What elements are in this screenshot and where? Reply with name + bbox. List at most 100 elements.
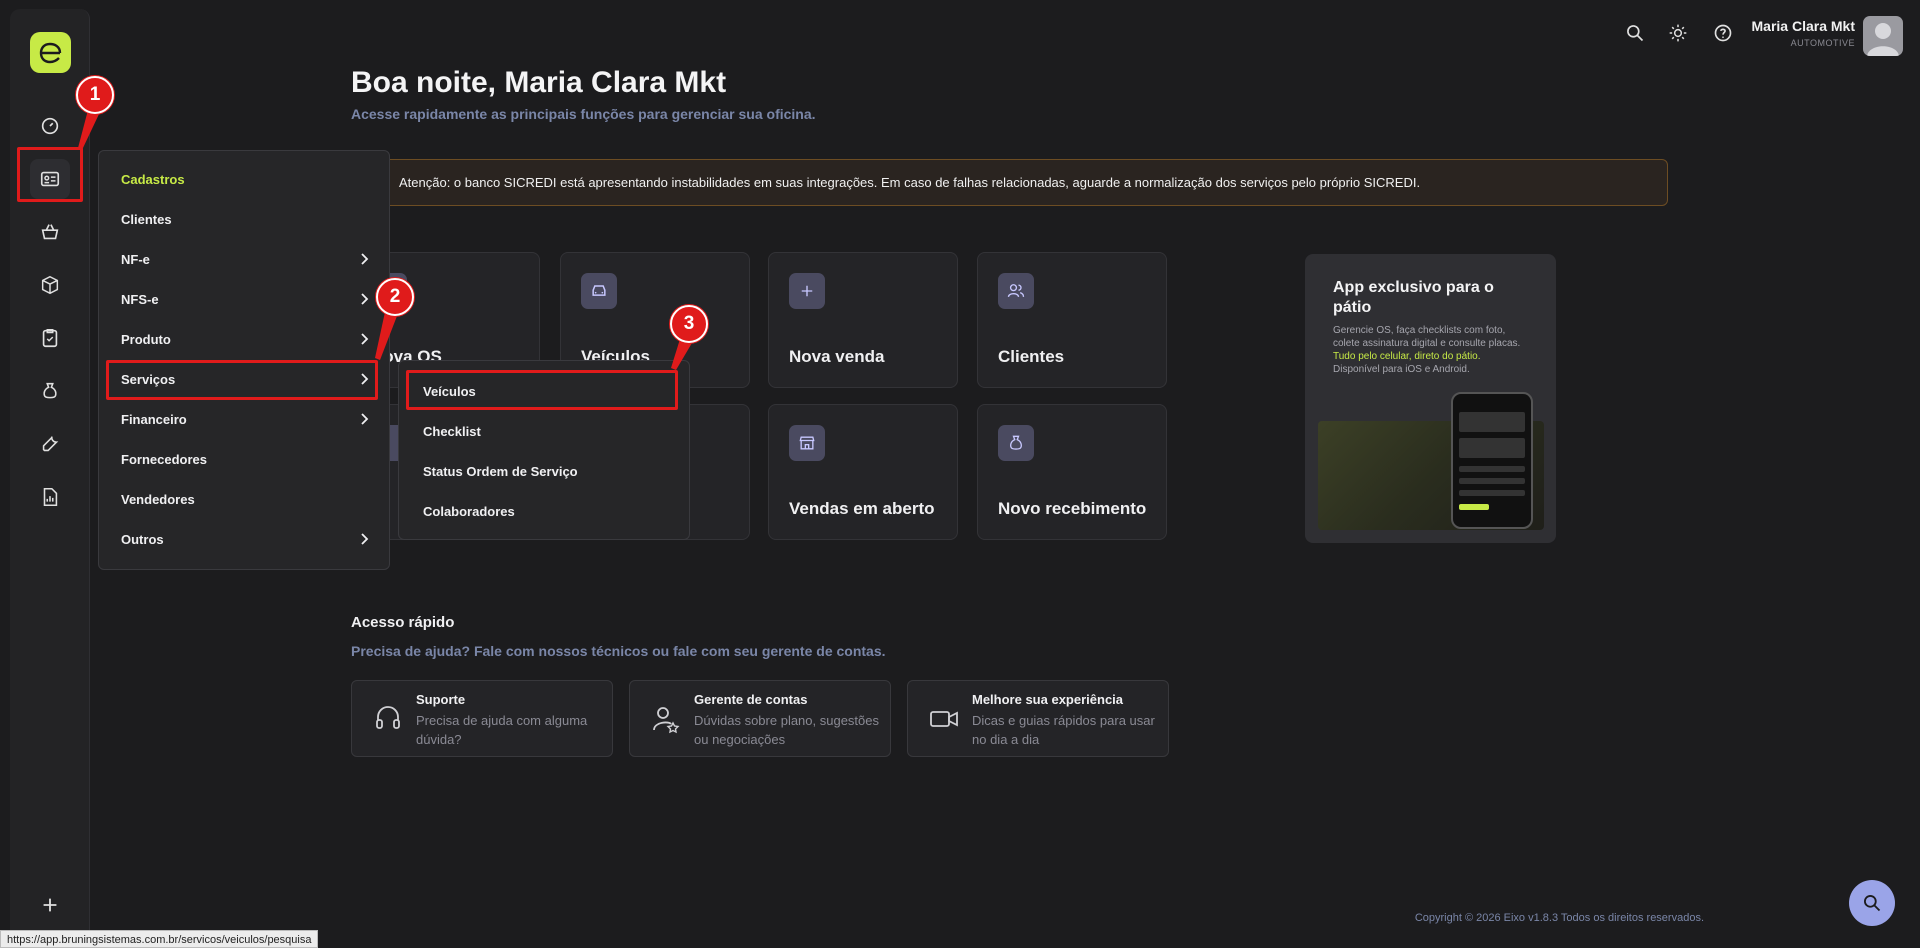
menu-item-fornecedores[interactable]: Fornecedores [121, 439, 373, 479]
menu-item-label: NF-e [121, 251, 150, 267]
experience-card[interactable]: Melhore sua experiência Dicas e guias rá… [907, 680, 1169, 757]
submenu-item-status-os[interactable]: Status Ordem de Serviço [423, 451, 683, 491]
card-novo-recebimento[interactable]: Novo recebimento [977, 404, 1167, 540]
menu-item-financeiro[interactable]: Financeiro [121, 399, 373, 439]
sun-icon [1669, 24, 1687, 42]
promo-text: Gerencie OS, faça checklists com foto, c… [1333, 324, 1528, 376]
car-icon [581, 273, 617, 309]
step-marker-1: 1 [76, 76, 114, 114]
help-icon [1714, 24, 1732, 42]
promo-title: App exclusivo para o pátio [1333, 279, 1494, 316]
account-manager-title: Gerente de contas [694, 692, 808, 707]
user-star-icon [648, 701, 684, 737]
search-fab[interactable] [1849, 880, 1895, 926]
sales-nav-button[interactable] [30, 212, 70, 252]
logo-icon [39, 42, 61, 63]
menu-item-label: Financeiro [121, 411, 187, 427]
users-icon [998, 273, 1034, 309]
chevron-right-icon [361, 293, 369, 305]
reports-nav-button[interactable] [30, 477, 70, 517]
dashboard-nav-button[interactable] [30, 106, 70, 146]
copyright: Copyright © 2026 Eixo v1.8.3 Todos os di… [1414, 912, 1704, 924]
plus-icon [43, 898, 57, 912]
clipboard-icon [42, 329, 58, 348]
experience-title: Melhore sua experiência [972, 692, 1124, 707]
phone-mockup [1451, 392, 1533, 529]
plus-icon [789, 273, 825, 309]
step-marker-2: 2 [376, 278, 414, 316]
menu-item-label: Fornecedores [121, 451, 207, 467]
highlight-veiculos-item [406, 370, 678, 410]
submenu-item-colaboradores[interactable]: Colaboradores [423, 491, 683, 531]
menu-item-outros[interactable]: Outros [121, 519, 373, 559]
search-icon [1864, 895, 1881, 912]
menu-item-label: Vendedores [121, 491, 195, 507]
card-clientes[interactable]: Clientes [977, 252, 1167, 388]
menu-item-label: Outros [121, 531, 164, 547]
wrench-icon [42, 436, 59, 452]
user-role: AUTOMOTIVE [1790, 38, 1855, 48]
support-desc: Precisa de ajuda com alguma dúvida? [416, 713, 588, 747]
report-icon [43, 487, 58, 507]
menu-item-label: Produto [121, 331, 171, 347]
basket-icon [41, 224, 59, 240]
support-card[interactable]: Suporte Precisa de ajuda com alguma dúvi… [351, 680, 613, 757]
menu-item-label: Clientes [121, 211, 172, 227]
card-nova-venda[interactable]: Nova venda [768, 252, 958, 388]
support-title: Suporte [416, 692, 466, 707]
money-bag-icon [998, 425, 1034, 461]
video-camera-icon [926, 701, 962, 737]
user-name[interactable]: Maria Clara Mkt [1752, 18, 1855, 34]
promo-text-1: Gerencie OS, faça checklists com foto, c… [1333, 325, 1521, 349]
chevron-right-icon [361, 533, 369, 545]
box-icon [41, 275, 59, 295]
help-button[interactable] [1712, 22, 1734, 44]
add-nav-button[interactable] [30, 885, 70, 925]
submenu-item-label: Status Ordem de Serviço [423, 463, 578, 479]
menu-header-cadastros: Cadastros [121, 171, 185, 187]
chevron-right-icon [361, 413, 369, 425]
services-nav-button[interactable] [30, 424, 70, 464]
highlight-cadastros-button [17, 147, 83, 202]
menu-item-produto[interactable]: Produto [121, 319, 373, 359]
card-label: Clientes [998, 347, 1065, 366]
products-nav-button[interactable] [30, 265, 70, 305]
app-promo-card[interactable]: App exclusivo para o pátio Gerencie OS, … [1305, 254, 1556, 543]
quick-access-subtitle: Precisa de ajuda? Fale com nossos técnic… [351, 643, 886, 659]
card-label: Novo recebimento [998, 499, 1147, 518]
menu-item-nfse[interactable]: NFS-e [121, 279, 373, 319]
app-logo[interactable] [30, 32, 71, 73]
chevron-right-icon [361, 333, 369, 345]
experience-desc: Dicas e guias rápidos para usar no dia a… [972, 713, 1155, 747]
step-marker-3: 3 [670, 305, 708, 343]
menu-item-clientes[interactable]: Clientes [121, 199, 373, 239]
alert-banner: Atenção: o banco SICREDI está apresentan… [370, 159, 1668, 206]
theme-toggle-button[interactable] [1667, 22, 1689, 44]
card-label: Nova venda [789, 347, 885, 366]
search-icon [1627, 25, 1644, 42]
search-button[interactable] [1624, 22, 1646, 44]
account-manager-card[interactable]: Gerente de contas Dúvidas sobre plano, s… [629, 680, 891, 757]
status-url: https://app.bruningsistemas.com.br/servi… [0, 930, 319, 948]
checklist-nav-button[interactable] [30, 318, 70, 358]
page-subtitle: Acesse rapidamente as principais funções… [351, 106, 816, 122]
headset-icon [370, 701, 406, 737]
card-label: Vendas em aberto [789, 499, 935, 518]
submenu-item-label: Colaboradores [423, 503, 515, 519]
promo-text-2: Disponível para iOS e Android. [1333, 364, 1470, 375]
menu-item-label: NFS-e [121, 291, 159, 307]
alert-text: Atenção: o banco SICREDI está apresentan… [399, 175, 1421, 190]
chevron-right-icon [361, 253, 369, 265]
speedometer-icon [41, 117, 59, 135]
money-bag-icon [43, 382, 57, 399]
avatar[interactable] [1863, 16, 1903, 56]
finance-nav-button[interactable] [30, 371, 70, 411]
promo-text-highlight: Tudo pelo celular, direto do pátio. [1333, 351, 1481, 362]
menu-item-vendedores[interactable]: Vendedores [121, 479, 373, 519]
user-avatar-icon [1867, 23, 1899, 56]
menu-item-nfe[interactable]: NF-e [121, 239, 373, 279]
submenu-item-checklist[interactable]: Checklist [423, 411, 683, 451]
store-icon [789, 425, 825, 461]
card-vendas-em-aberto[interactable]: Vendas em aberto [768, 404, 958, 540]
page-title: Boa noite, Maria Clara Mkt [351, 66, 727, 99]
